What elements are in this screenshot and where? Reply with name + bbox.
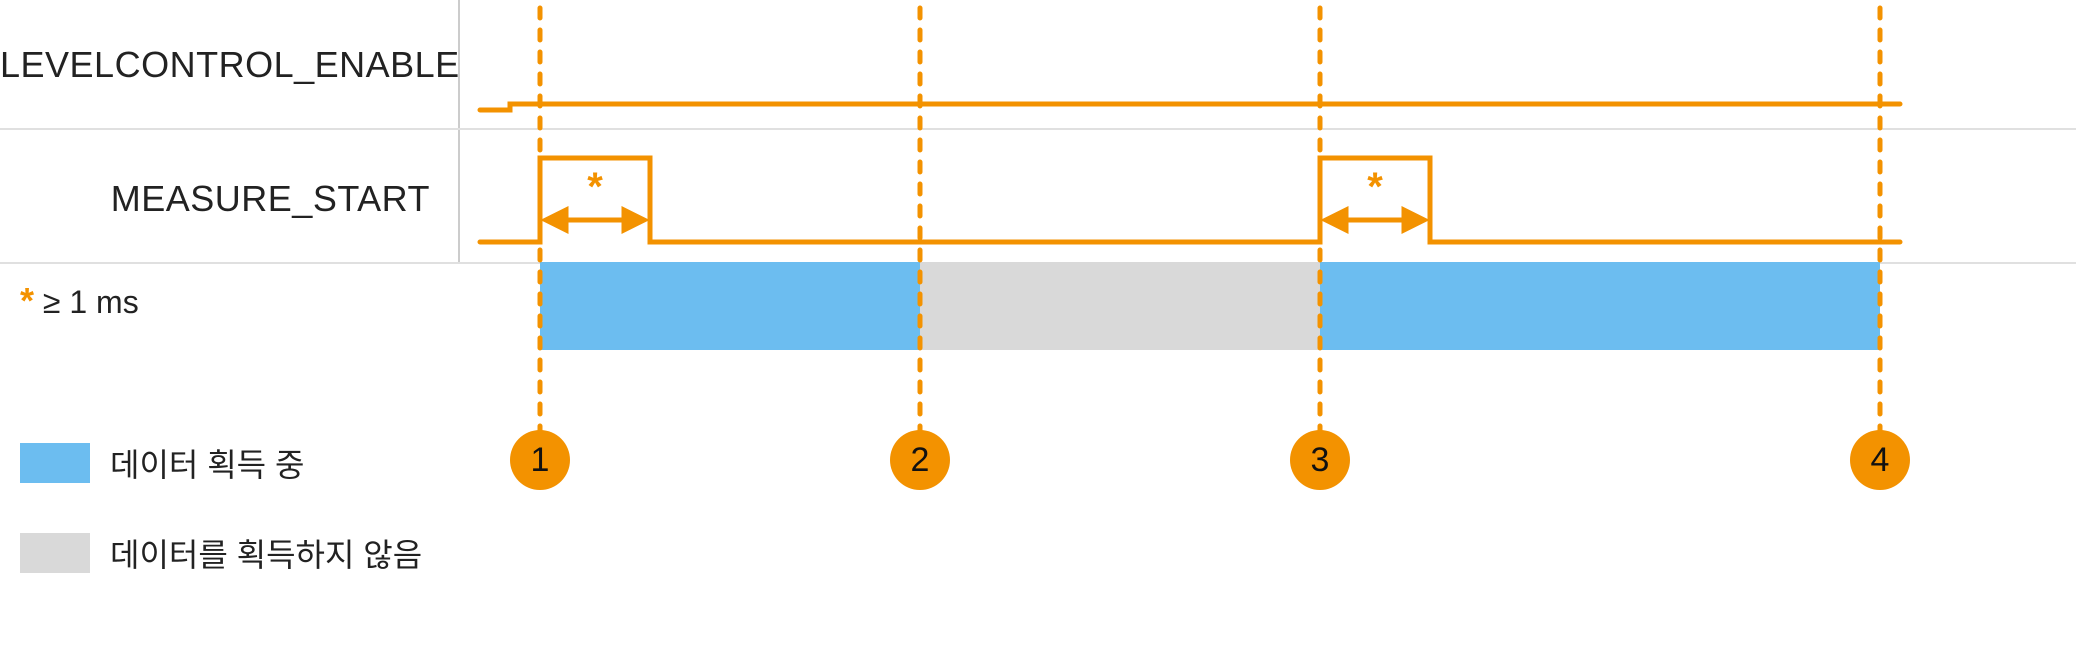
- legend-acquiring-label: 데이터 획득 중: [110, 440, 304, 486]
- signal-label-level-enable: LEVELCONTROL_ENABLE: [0, 44, 450, 86]
- legend-idle-swatch: [20, 533, 90, 573]
- marker-3: 3: [1290, 430, 1350, 490]
- legend-acquiring: 데이터 획득 중: [20, 440, 304, 486]
- marker-2: 2: [890, 430, 950, 490]
- signal-label-measure-start: MEASURE_START: [0, 178, 450, 220]
- asterisk-icon: *: [20, 280, 34, 321]
- pulse-width-note: * ≥ 1 ms: [20, 280, 139, 322]
- pulse2-asterisk: *: [1367, 165, 1383, 209]
- pulse-width-text: ≥ 1 ms: [43, 284, 139, 320]
- legend-acquiring-swatch: [20, 443, 90, 483]
- marker-4: 4: [1850, 430, 1910, 490]
- timing-chart: * * 1 2 3 4: [460, 0, 2060, 672]
- marker-1: 1: [510, 430, 570, 490]
- pulse-anno-2: *: [460, 0, 2060, 672]
- legend-idle: 데이터를 획득하지 않음: [20, 530, 422, 576]
- legend-idle-label: 데이터를 획득하지 않음: [110, 530, 422, 576]
